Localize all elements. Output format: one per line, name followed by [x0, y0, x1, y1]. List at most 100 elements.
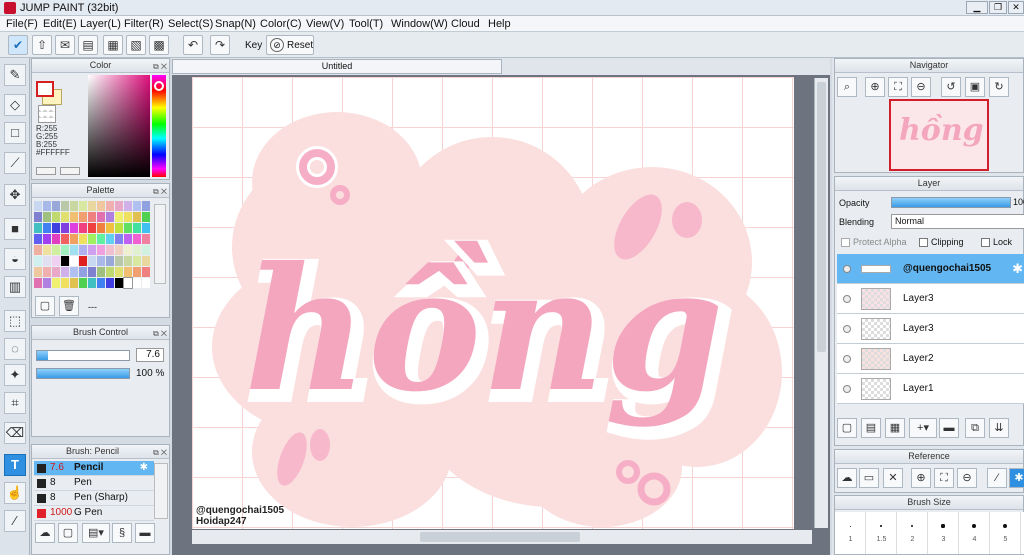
palette-swatch[interactable] [106, 212, 114, 222]
blending-select[interactable]: Normal [891, 214, 1024, 229]
redo-icon[interactable]: ↷ [210, 35, 230, 55]
palette-swatch[interactable] [97, 256, 105, 266]
menu-select[interactable]: Select(S) [168, 18, 213, 30]
palette-swatch[interactable] [61, 245, 69, 255]
palette-swatch[interactable] [106, 223, 114, 233]
page-icon[interactable]: ▧ [126, 35, 146, 55]
fit-screen-icon[interactable]: ⛶ [888, 77, 908, 97]
text-tool-icon[interactable]: T [4, 454, 26, 476]
rect-select-tool-icon[interactable]: ⬚ [4, 310, 26, 332]
layer-folder-icon[interactable]: ▬ [939, 418, 959, 438]
palette-swatch[interactable] [70, 234, 78, 244]
close-button[interactable]: ✕ [1008, 1, 1024, 14]
layer-visibility-icon[interactable] [843, 295, 851, 303]
brush-list-scrollbar[interactable] [154, 463, 168, 519]
transparent-swatch[interactable] [38, 105, 56, 123]
brush-opacity-slider[interactable] [36, 368, 130, 379]
comment-icon[interactable]: ✉ [55, 35, 75, 55]
reset-button[interactable]: ⊘ Reset [266, 35, 314, 55]
palette-swatch[interactable] [106, 256, 114, 266]
minimize-button[interactable]: ▁ [966, 1, 988, 14]
menu-snap[interactable]: Snap(N) [215, 18, 256, 30]
menu-file[interactable]: File(F) [6, 18, 38, 30]
palette-swatch[interactable] [70, 267, 78, 277]
palette-swatch[interactable] [106, 278, 114, 288]
foreground-color-swatch[interactable] [36, 81, 54, 97]
palette-swatch[interactable] [97, 267, 105, 277]
layer-visibility-icon[interactable] [843, 265, 851, 273]
brush-item[interactable]: 8 Pen (Sharp) [34, 491, 154, 506]
bucket-tool-icon[interactable]: ◒ [4, 248, 26, 270]
maximize-button[interactable]: ❐ [989, 1, 1007, 14]
palette-swatch[interactable] [124, 245, 132, 255]
palette-swatch[interactable] [115, 223, 123, 233]
lasso-tool-icon[interactable]: ◌ [4, 338, 26, 360]
reference-open-icon[interactable]: ▭ [859, 468, 879, 488]
palette-swatch[interactable] [142, 234, 150, 244]
menu-edit[interactable]: Edit(E) [43, 18, 77, 30]
palette-swatch[interactable] [43, 256, 51, 266]
palette-swatch[interactable] [79, 278, 87, 288]
palette-swatch[interactable] [52, 212, 60, 222]
reference-zoom-out-icon[interactable]: ⊖ [957, 468, 977, 488]
palette-swatch[interactable] [115, 256, 123, 266]
palette-swatch[interactable] [70, 256, 78, 266]
navigator-preview[interactable]: hồng [889, 99, 989, 171]
palette-swatch[interactable] [124, 267, 132, 277]
layer-visibility-icon[interactable] [843, 385, 851, 393]
menu-help[interactable]: Help [488, 18, 511, 30]
menu-view[interactable]: View(V) [306, 18, 344, 30]
palette-swatch[interactable] [79, 234, 87, 244]
post-icon[interactable]: ▤ [78, 35, 98, 55]
palette-swatch[interactable] [34, 278, 42, 288]
menu-tool[interactable]: Tool(T) [349, 18, 383, 30]
layer-row[interactable]: Layer2 [837, 344, 1024, 374]
brush-folder-icon[interactable]: ▬ [135, 523, 155, 543]
palette-swatch[interactable] [106, 234, 114, 244]
palette-swatch[interactable] [106, 245, 114, 255]
palette-scrollbar[interactable] [154, 204, 166, 284]
layer-settings-icon[interactable]: ✱ [1012, 261, 1023, 277]
palette-swatch[interactable] [52, 223, 60, 233]
palette-swatch[interactable] [79, 245, 87, 255]
reference-fit-icon[interactable]: ⛶ [934, 468, 954, 488]
brush-item[interactable]: 7.6 Pencil ✱ [34, 461, 154, 476]
palette-swatch[interactable] [97, 201, 105, 211]
reference-eyedropper-icon[interactable]: ⁄ [987, 468, 1007, 488]
brush-size-cell[interactable]: 2 [897, 512, 928, 554]
palette-swatch[interactable] [61, 201, 69, 211]
brush-item[interactable]: 8 Pen [34, 476, 154, 491]
palette-swatch[interactable] [106, 201, 114, 211]
line-tool-icon[interactable]: ⟋ [4, 152, 26, 174]
brush-size-cell[interactable]: 4 [959, 512, 990, 554]
brush-menu-icon[interactable]: ▤▾ [82, 523, 110, 543]
eraser-tool-icon[interactable]: ◇ [4, 94, 26, 116]
saturation-value-picker[interactable] [88, 75, 150, 177]
hue-handle[interactable] [154, 81, 164, 91]
palette-swatch[interactable] [142, 212, 150, 222]
brush-size-cell[interactable]: 3 [928, 512, 959, 554]
undo-icon[interactable]: ↶ [183, 35, 203, 55]
palette-swatch[interactable] [61, 223, 69, 233]
palette-swatch[interactable] [88, 256, 96, 266]
palette-swatch[interactable] [88, 278, 96, 288]
palette-swatch[interactable] [88, 201, 96, 211]
palette-swatch[interactable] [88, 267, 96, 277]
palette-swatch[interactable] [52, 201, 60, 211]
protect-alpha-checkbox[interactable]: Protect Alpha [841, 237, 907, 248]
copy-layer-icon[interactable]: ▦ [885, 418, 905, 438]
delete-palette-icon[interactable]: 🗑 [59, 296, 79, 316]
palette-swatch[interactable] [124, 234, 132, 244]
brush-opacity-value[interactable]: 100 % [136, 368, 164, 379]
palette-swatch[interactable] [88, 212, 96, 222]
palette-swatch[interactable] [115, 201, 123, 211]
layer-row[interactable]: Layer3 [837, 314, 1024, 344]
lock-checkbox[interactable]: Lock [981, 237, 1012, 248]
palette-swatch[interactable] [133, 256, 141, 266]
palette-swatch[interactable] [88, 234, 96, 244]
palette-swatch[interactable] [34, 256, 42, 266]
new-layer-icon[interactable]: ▢ [837, 418, 857, 438]
palette-swatch[interactable] [43, 267, 51, 277]
clipping-checkbox[interactable]: Clipping [919, 237, 964, 248]
rectangle-tool-icon[interactable]: □ [4, 122, 26, 144]
